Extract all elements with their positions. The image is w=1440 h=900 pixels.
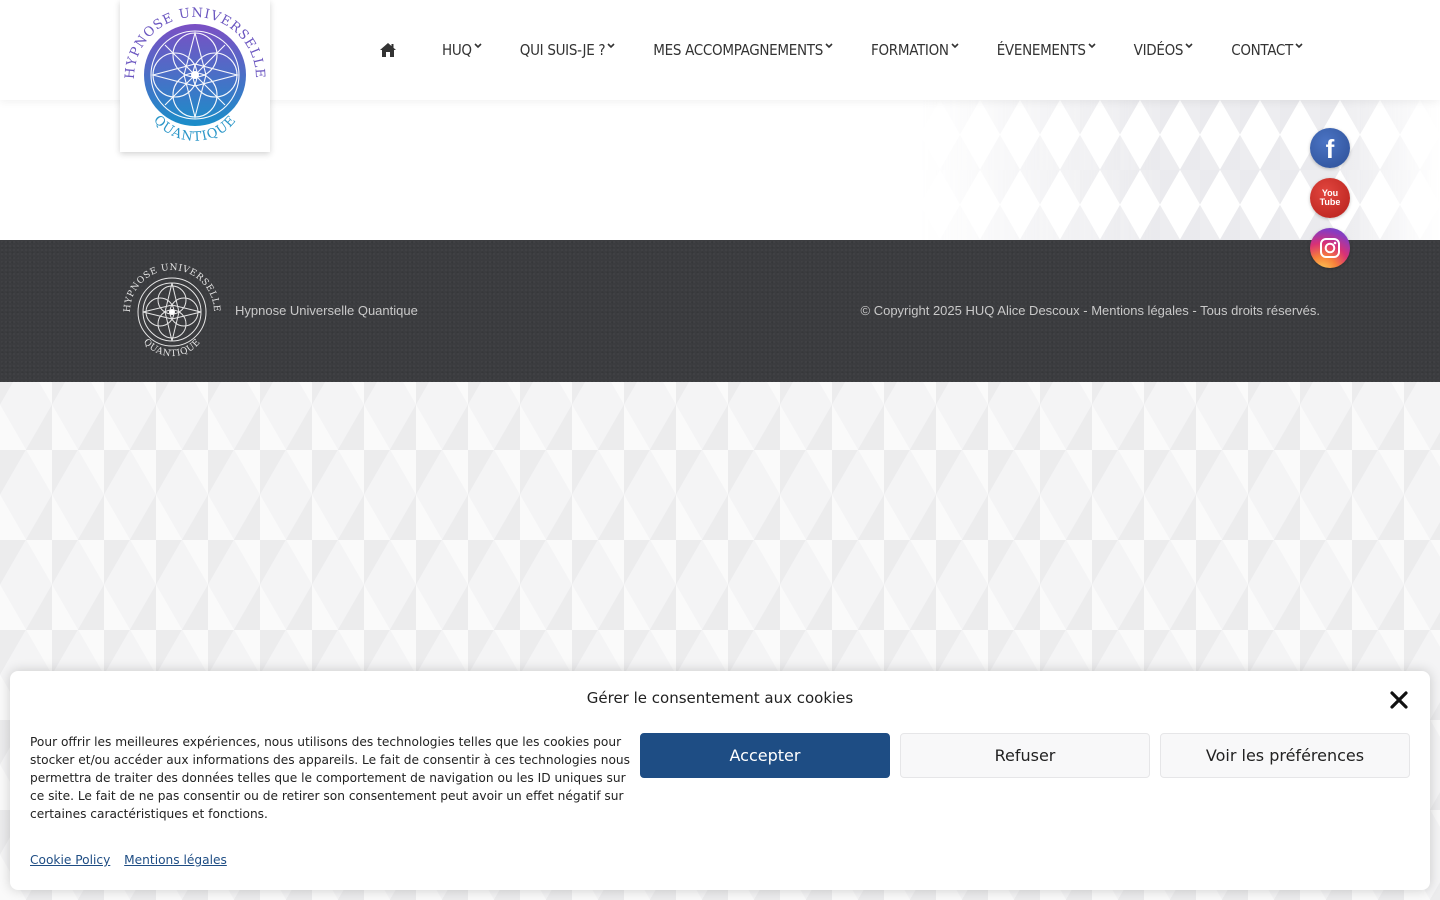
- legal-notice-link[interactable]: Mentions légales: [124, 853, 227, 867]
- nav-qui-suis-je[interactable]: QUI SUIS-JE ?: [520, 41, 616, 59]
- nav-contact[interactable]: CONTACT: [1231, 41, 1303, 59]
- triangle-pattern: [920, 100, 1440, 240]
- chevron-down-icon: [825, 43, 833, 49]
- close-icon[interactable]: [1388, 689, 1410, 711]
- cookie-links: Cookie Policy Mentions légales: [30, 853, 237, 867]
- chevron-down-icon: [607, 43, 615, 49]
- youtube-icon: You Tube: [1320, 189, 1341, 207]
- preferences-button[interactable]: Voir les préférences: [1160, 733, 1410, 778]
- nav-mes-accompagnements[interactable]: MES ACCOMPAGNEMENTS: [653, 41, 833, 59]
- nav-label: QUI SUIS-JE ?: [519, 41, 606, 59]
- facebook-icon: f: [1325, 133, 1335, 164]
- footer-copyright: © Copyright 2025 HUQ Alice Descoux - Men…: [860, 303, 1320, 318]
- nav-home[interactable]: [370, 32, 406, 68]
- refuse-button[interactable]: Refuser: [900, 733, 1150, 778]
- cookie-description: Pour offrir les meilleures expériences, …: [30, 735, 630, 821]
- nav-huq[interactable]: HUQ: [442, 41, 482, 59]
- footer-site-name: Hypnose Universelle Quantique: [235, 303, 418, 318]
- chevron-down-icon: [1088, 43, 1096, 49]
- nav-label: HUQ: [442, 41, 472, 59]
- chevron-down-icon: [474, 43, 482, 49]
- nav-evenements[interactable]: ÉVENEMENTS: [997, 41, 1096, 59]
- main-nav: HUQ QUI SUIS-JE ? MES ACCOMPAGNEMENTS FO…: [370, 0, 1303, 100]
- cookie-title: Gérer le consentement aux cookies: [586, 689, 854, 707]
- logo-emblem: HYPNOSE UNIVERSELLE QUANTIQUE: [123, 6, 266, 145]
- facebook-button[interactable]: f: [1310, 128, 1350, 168]
- chevron-down-icon: [1295, 43, 1303, 49]
- instagram-icon: [1320, 238, 1340, 258]
- nav-label: ÉVENEMENTS: [996, 41, 1086, 59]
- cookie-policy-link[interactable]: Cookie Policy: [30, 853, 110, 867]
- nav-label: CONTACT: [1231, 41, 1293, 59]
- nav-videos[interactable]: VIDÉOS: [1134, 41, 1194, 59]
- nav-label: MES ACCOMPAGNEMENTS: [653, 41, 823, 59]
- nav-formation[interactable]: FORMATION: [871, 41, 959, 59]
- cookie-consent-banner: Gérer le consentement aux cookies Pour o…: [10, 671, 1430, 890]
- instagram-button[interactable]: [1310, 228, 1350, 268]
- site-logo[interactable]: HYPNOSE UNIVERSELLE QUANTIQUE: [120, 0, 270, 152]
- nav-label: FORMATION: [870, 41, 949, 59]
- chevron-down-icon: [1185, 43, 1193, 49]
- footer-logo[interactable]: HYPNOSE UNIVERSELLE QUANTIQUE: [122, 260, 222, 360]
- youtube-button[interactable]: You Tube: [1310, 178, 1350, 218]
- home-icon: [380, 43, 396, 57]
- nav-label: VIDÉOS: [1133, 41, 1184, 59]
- site-footer: HYPNOSE UNIVERSELLE QUANTIQUE Hypnose Un…: [0, 240, 1440, 382]
- accept-button[interactable]: Accepter: [640, 733, 890, 778]
- chevron-down-icon: [951, 43, 959, 49]
- youtube-label-2: Tube: [1319, 197, 1341, 207]
